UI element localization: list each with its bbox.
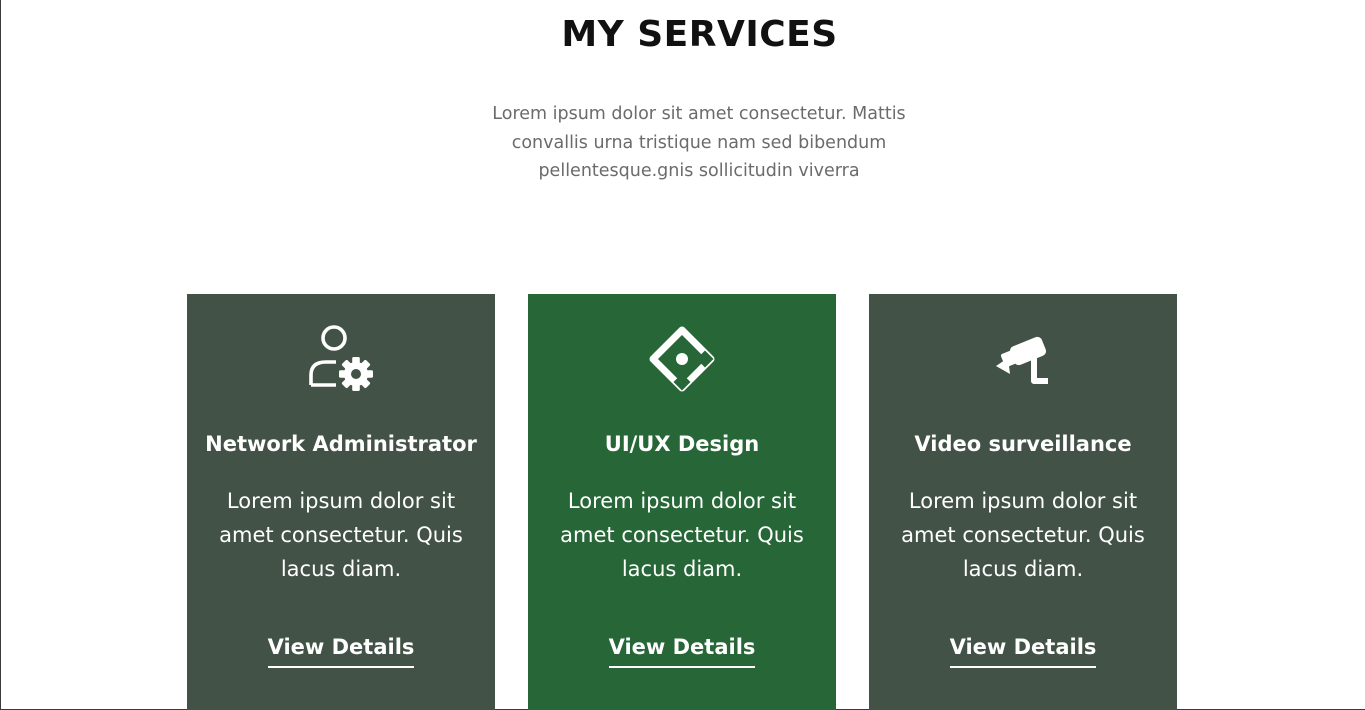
section-title: MY SERVICES [561,14,838,55]
card-title: Network Administrator [205,432,477,456]
section-intro: Lorem ipsum dolor sit amet consectetur. … [492,104,906,181]
diamond-design-icon [528,324,836,394]
card-description: Lorem ipsum dolor sit amet consectetur. … [219,489,463,581]
security-camera-icon [869,324,1177,394]
user-gear-icon [187,324,495,394]
card-description: Lorem ipsum dolor sit amet consectetur. … [901,489,1145,581]
service-card-network-admin: Network Administrator Lorem ipsum dolor … [187,294,495,710]
card-title: UI/UX Design [604,432,760,456]
service-card-video-surveillance: Video surveillance Lorem ipsum dolor sit… [869,294,1177,710]
service-card-uiux-design: UI/UX Design Lorem ipsum dolor sit amet … [528,294,836,710]
card-title: Video surveillance [914,432,1132,456]
view-details-link[interactable]: View Details [608,632,756,668]
services-cards: Network Administrator Lorem ipsum dolor … [187,294,1177,710]
view-details-link[interactable]: View Details [949,632,1097,668]
card-description: Lorem ipsum dolor sit amet consectetur. … [560,489,804,581]
view-details-link[interactable]: View Details [267,632,415,668]
